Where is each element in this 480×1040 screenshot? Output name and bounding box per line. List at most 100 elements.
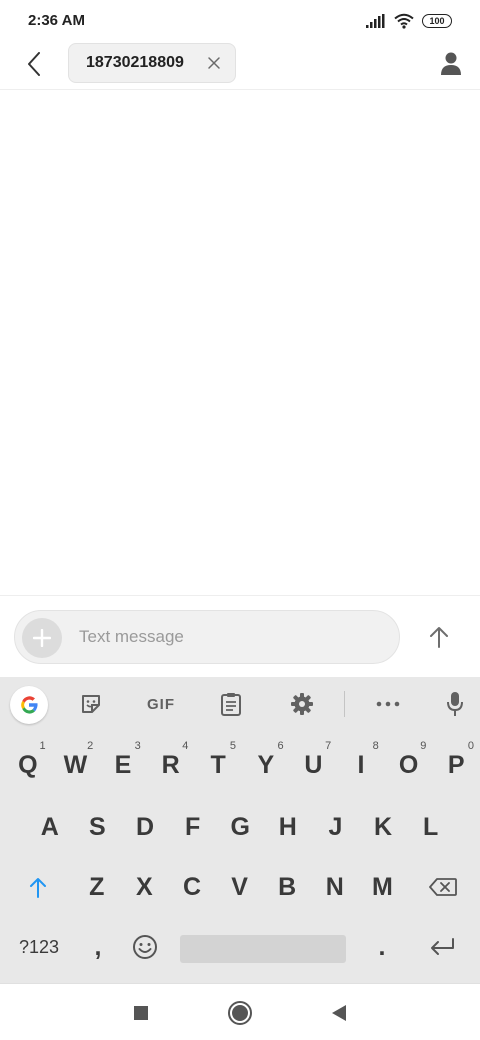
battery-level: 100 <box>429 16 445 26</box>
gif-button[interactable]: GIF <box>138 687 184 721</box>
key-s[interactable]: S <box>74 797 122 857</box>
key-d[interactable]: D <box>121 797 169 857</box>
home-button[interactable] <box>227 1000 253 1026</box>
key-g[interactable]: G <box>216 797 264 857</box>
backspace-key[interactable] <box>418 857 468 917</box>
arrow-up-icon <box>430 627 448 648</box>
key-number-hint: 1 <box>39 740 46 752</box>
key-p[interactable]: P0 <box>432 735 480 795</box>
key-k[interactable]: K <box>359 797 407 857</box>
key-x[interactable]: X <box>121 857 169 917</box>
triangle-back-icon <box>332 1005 346 1021</box>
key-m[interactable]: M <box>359 857 407 917</box>
back-nav-button[interactable] <box>326 1000 352 1026</box>
emoji-key[interactable] <box>124 917 166 977</box>
emoji-icon <box>133 935 157 959</box>
clipboard-button[interactable] <box>214 687 248 721</box>
gear-icon <box>291 693 313 715</box>
shift-key[interactable] <box>12 857 64 917</box>
key-label: E <box>114 750 132 779</box>
key-a[interactable]: A <box>26 797 74 857</box>
enter-icon <box>431 938 454 955</box>
compose-box <box>14 610 400 664</box>
comma-key[interactable]: , <box>76 917 120 977</box>
key-r[interactable]: R4 <box>147 735 195 795</box>
key-number-hint: 7 <box>325 740 332 752</box>
key-y[interactable]: Y6 <box>242 735 290 795</box>
attach-button[interactable] <box>22 618 62 658</box>
gif-label: GIF <box>147 695 175 713</box>
toolbar-divider <box>344 691 345 717</box>
recipient-number: 18730218809 <box>86 54 184 71</box>
key-row-1: Q1W2E3R4T5Y6U7I8O9P0 <box>0 735 480 795</box>
message-input[interactable] <box>79 611 379 663</box>
key-number-hint: 4 <box>182 740 189 752</box>
key-b[interactable]: B <box>263 857 311 917</box>
plus-icon <box>33 629 51 647</box>
keyboard: GIF Q 1 W 2 E 3 R 4 T 5 Y 6 U 7 I 8 O 9 … <box>0 677 480 983</box>
period-key[interactable]: . <box>360 917 404 977</box>
recents-button[interactable] <box>128 1000 154 1026</box>
settings-button[interactable] <box>285 687 319 721</box>
key-q[interactable]: Q1 <box>4 735 52 795</box>
key-number-hint: 5 <box>229 740 236 752</box>
key-e[interactable]: E3 <box>99 735 147 795</box>
key-label: O <box>398 750 419 779</box>
google-search-button[interactable] <box>10 686 48 724</box>
backspace-icon <box>429 878 457 896</box>
key-label: U <box>304 750 323 779</box>
key-v[interactable]: V <box>216 857 264 917</box>
key-label: T <box>210 750 226 779</box>
conversation-area <box>0 91 480 595</box>
symbols-key[interactable]: ?123 <box>10 917 68 977</box>
clipboard-icon <box>221 693 241 716</box>
voice-input-button[interactable] <box>440 687 470 721</box>
microphone-icon <box>447 692 463 716</box>
key-i[interactable]: I8 <box>337 735 385 795</box>
signal-icon <box>366 14 385 28</box>
key-row-3: ZXCVBNM <box>0 857 480 917</box>
chevron-left-icon <box>28 52 40 76</box>
key-label: Y <box>257 750 275 779</box>
space-key[interactable] <box>180 935 346 963</box>
sticker-button[interactable] <box>74 687 108 721</box>
key-number-hint: 2 <box>87 740 94 752</box>
key-u[interactable]: U7 <box>290 735 338 795</box>
key-number-hint: 0 <box>467 740 474 752</box>
key-w[interactable]: W2 <box>52 735 100 795</box>
key-o[interactable]: O9 <box>385 735 433 795</box>
key-number-hint: 9 <box>420 740 427 752</box>
status-time: 2:36 AM <box>28 12 85 29</box>
status-icons: 100 <box>366 12 452 30</box>
key-number-hint: 8 <box>372 740 379 752</box>
key-n[interactable]: N <box>311 857 359 917</box>
key-label: Q <box>18 750 38 779</box>
key-number-hint: 6 <box>277 740 284 752</box>
key-row-4: ?123 , . <box>0 917 480 977</box>
square-icon <box>134 1006 148 1020</box>
key-c[interactable]: C <box>168 857 216 917</box>
sticker-icon <box>82 695 100 713</box>
close-icon[interactable] <box>207 56 221 70</box>
more-button[interactable] <box>371 687 405 721</box>
key-f[interactable]: F <box>169 797 217 857</box>
compose-bar <box>0 595 480 677</box>
back-button[interactable] <box>18 48 50 80</box>
key-row-2: ASDFGHJKL <box>0 797 480 857</box>
key-label: W <box>63 750 88 779</box>
conversation-header: 18730218809 <box>0 40 480 90</box>
key-l[interactable]: L <box>407 797 455 857</box>
google-icon <box>21 696 38 714</box>
key-label: R <box>161 750 180 779</box>
home-circle-icon <box>228 1001 252 1025</box>
key-z[interactable]: Z <box>73 857 121 917</box>
recipient-chip[interactable]: 18730218809 <box>68 43 236 83</box>
send-button[interactable] <box>420 618 458 656</box>
key-h[interactable]: H <box>264 797 312 857</box>
keyboard-toolbar: GIF <box>0 677 480 731</box>
contact-icon[interactable] <box>438 50 464 76</box>
system-navigation-bar <box>0 983 480 1040</box>
key-t[interactable]: T5 <box>194 735 242 795</box>
key-j[interactable]: J <box>312 797 360 857</box>
enter-key[interactable] <box>418 917 466 977</box>
